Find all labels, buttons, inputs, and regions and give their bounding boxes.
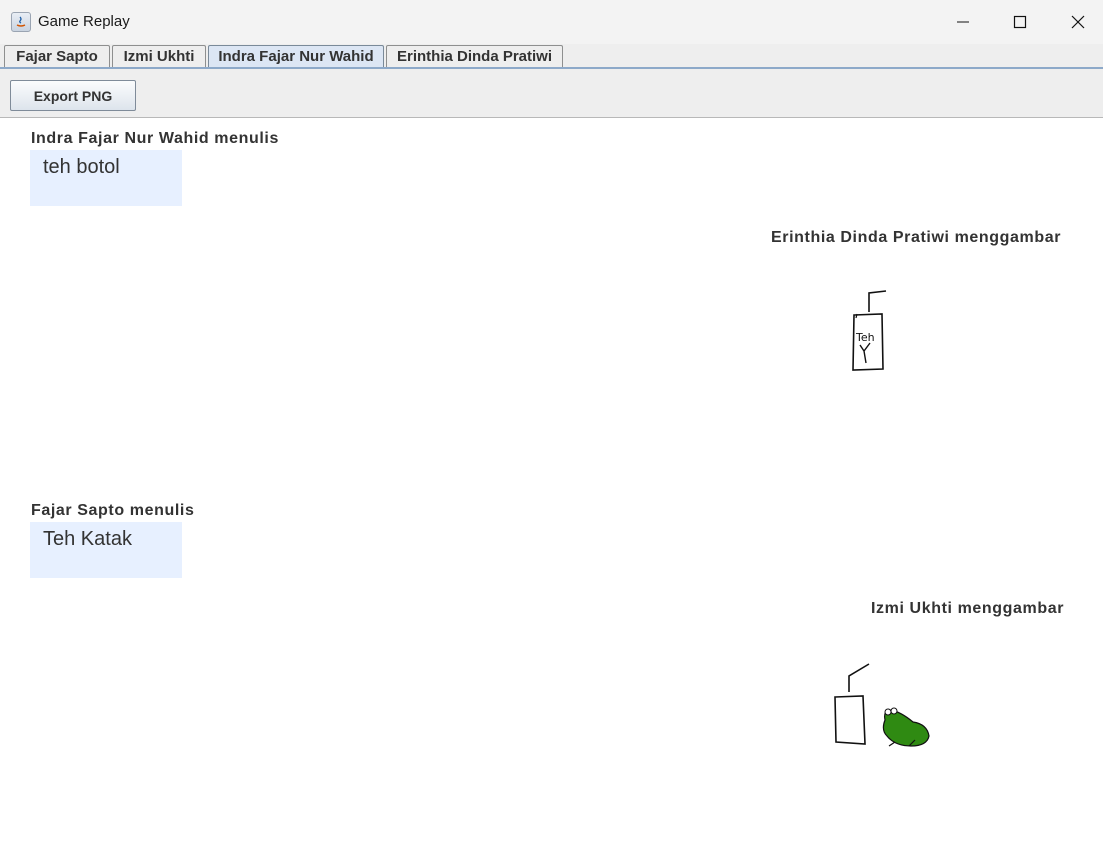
tab-erinthia-dinda-pratiwi[interactable]: Erinthia Dinda Pratiwi xyxy=(386,45,563,67)
maximize-button[interactable] xyxy=(991,0,1049,44)
teh-drawing-text: Teh xyxy=(855,331,875,344)
window-title: Game Replay xyxy=(38,13,130,30)
java-app-icon xyxy=(11,12,31,32)
close-button[interactable] xyxy=(1049,0,1103,44)
tab-indra-fajar-nur-wahid[interactable]: Indra Fajar Nur Wahid xyxy=(208,45,384,67)
maximize-icon xyxy=(1013,15,1027,29)
writer-label-2: Fajar Sapto menulis xyxy=(31,502,195,519)
minimize-button[interactable] xyxy=(934,0,992,44)
writer-label-1: Indra Fajar Nur Wahid menulis xyxy=(31,130,279,147)
tab-fajar-sapto[interactable]: Fajar Sapto xyxy=(4,45,110,67)
game-replay-window: Game Replay Fajar Sapto Izmi Ukhti Indra… xyxy=(0,0,1103,862)
frog-drawing xyxy=(882,707,930,747)
written-text-bubble-1: teh botol xyxy=(30,150,182,206)
drawer-label-1: Erinthia Dinda Pratiwi menggambar xyxy=(771,229,1062,246)
close-icon xyxy=(1071,15,1085,29)
drawer-label-2: Izmi Ukhti menggambar xyxy=(871,600,1065,617)
written-text-bubble-2: Teh Katak xyxy=(30,522,182,578)
title-bar: Game Replay xyxy=(0,0,1103,44)
minimize-icon xyxy=(957,21,969,23)
tab-izmi-ukhti[interactable]: Izmi Ukhti xyxy=(112,45,206,67)
export-png-button[interactable]: Export PNG xyxy=(10,80,136,111)
toolbar xyxy=(0,69,1103,118)
teh-bottle-drawing: Teh xyxy=(852,290,887,371)
carton-and-frog-drawing xyxy=(834,663,930,747)
content-edge xyxy=(0,118,4,862)
